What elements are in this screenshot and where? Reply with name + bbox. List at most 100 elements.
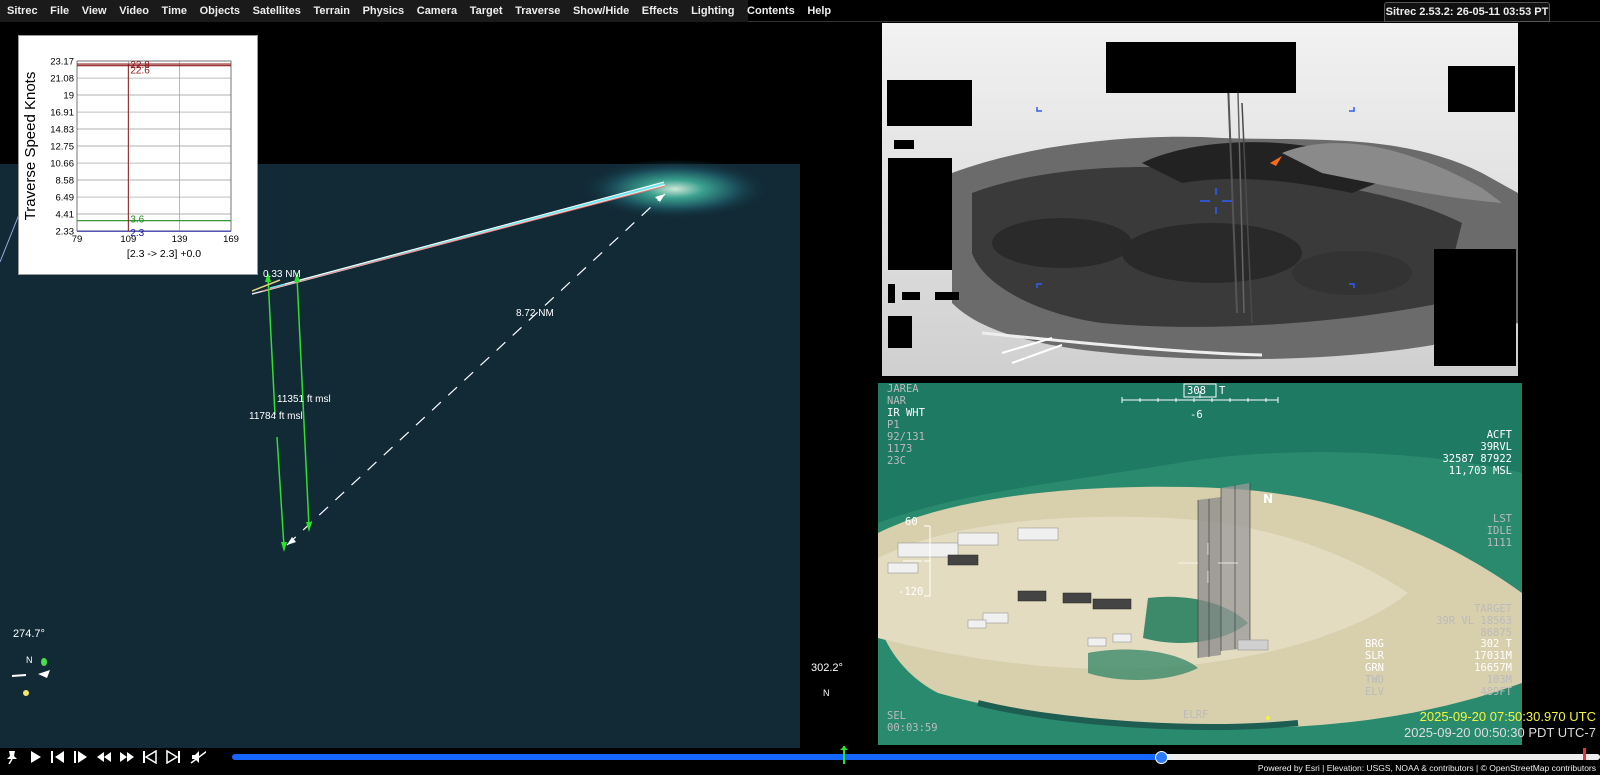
menu-target[interactable]: Target xyxy=(470,5,503,17)
hud-left-0: JAREA xyxy=(887,383,919,395)
chart-ytick: 23.17 xyxy=(50,57,74,68)
hud-acft-1: 39RVL xyxy=(1480,441,1512,453)
step-back-icon xyxy=(51,750,64,763)
chart-xtick: 139 xyxy=(172,234,188,245)
video-view[interactable] xyxy=(882,23,1518,380)
menu-sitrec[interactable]: Sitrec xyxy=(7,5,38,17)
hud-elrf: ELRF xyxy=(1183,709,1209,721)
look-view[interactable]: JAREA NAR IR WHT P1 92/131 1173 23C 308 … xyxy=(878,383,1522,745)
hud-meas-label-2: GRN xyxy=(1365,662,1384,674)
hud-mode-0: LST xyxy=(1493,513,1512,525)
chart-series-label: 3.6 xyxy=(130,215,144,226)
chart-ytick: 16.91 xyxy=(50,108,74,119)
to-start-button[interactable] xyxy=(142,749,158,764)
hud-north-marker: N xyxy=(1263,492,1274,506)
menu-terrain[interactable]: Terrain xyxy=(313,5,349,17)
pin-button[interactable] xyxy=(4,749,20,764)
step-back-button[interactable] xyxy=(50,749,66,764)
range-line xyxy=(286,193,666,546)
step-forward-button[interactable] xyxy=(73,749,89,764)
chart-svg: Traverse Speed Knots 23.17 21.08 19 16.91 14.… xyxy=(22,57,239,261)
hud-acft-0: ACFT xyxy=(1486,429,1512,441)
map-attribution: Powered by Esri | Elevation: USGS, NOAA … xyxy=(1257,763,1596,773)
thermal-image xyxy=(882,23,1518,380)
menu-contents[interactable]: Contents xyxy=(747,5,795,17)
chart-ytick: 10.66 xyxy=(50,159,74,170)
look-compass-north-label: N xyxy=(823,688,830,698)
menu-satellites[interactable]: Satellites xyxy=(253,5,301,17)
pin-icon xyxy=(7,750,17,764)
rewind-icon xyxy=(97,751,111,762)
rewind-button[interactable] xyxy=(96,749,112,764)
step-forward-icon xyxy=(74,750,87,763)
skip-start-icon xyxy=(143,749,157,764)
hud-mode-1: IDLE xyxy=(1486,525,1512,537)
play-icon xyxy=(31,750,41,763)
chart-ytick: 12.75 xyxy=(50,142,74,153)
main-heading-readout: 274.7° xyxy=(13,628,45,640)
look-heading-readout: 302.2° xyxy=(811,662,843,674)
chart-ytick: 8.58 xyxy=(56,176,75,187)
chart-ylabel: Traverse Speed Knots xyxy=(22,72,39,221)
chart-ytick: 4.41 xyxy=(56,210,75,221)
compass-north-label: N xyxy=(26,655,33,665)
hud-meas-value-3: 103M xyxy=(1486,674,1512,686)
play-button[interactable] xyxy=(27,749,43,764)
menu-view[interactable]: View xyxy=(82,5,107,17)
chart-caption: [2.3 -> 2.3] +0.0 xyxy=(127,248,201,260)
fast-forward-button[interactable] xyxy=(119,749,135,764)
to-end-button[interactable] xyxy=(165,749,181,764)
menu-traverse[interactable]: Traverse xyxy=(515,5,560,17)
local-timestamp: 2025-09-20 00:50:30 PDT UTC-7 xyxy=(1404,725,1596,740)
hud-acft-2: 32587 87922 xyxy=(1442,453,1512,465)
menu-effects[interactable]: Effects xyxy=(642,5,679,17)
hud-meas-value-2: 16657M xyxy=(1474,662,1512,674)
version-label: Sitrec 2.53.2: 26-05-11 03:53 PT xyxy=(1384,2,1550,22)
menu-list: Sitrec File View Video Time Objects Satellites… xyxy=(0,0,831,22)
hud-meas-label-0: BRG xyxy=(1365,638,1384,650)
hud-scale-bottom: -120 xyxy=(898,586,924,598)
chart-xtick: 79 xyxy=(72,234,83,245)
island xyxy=(580,159,770,219)
distance-long-label: 8.72 NM xyxy=(516,308,554,319)
traverse-speed-chart[interactable]: Traverse Speed Knots 23.17 21.08 19 16.91 14.… xyxy=(18,35,258,275)
menu-file[interactable]: File xyxy=(50,5,69,17)
menu-video[interactable]: Video xyxy=(119,5,149,17)
hud-sel: SEL xyxy=(887,710,906,722)
timeline-remaining xyxy=(1162,754,1600,760)
hud-target-coord: 39R VL 18563 xyxy=(1436,615,1512,627)
hud-meas-label-3: TWD xyxy=(1365,674,1384,686)
altitude-label-2: 11784 ft msl xyxy=(249,411,303,422)
menu-objects[interactable]: Objects xyxy=(200,5,240,17)
skip-end-icon xyxy=(166,749,180,764)
chart-xtick: 169 xyxy=(223,234,239,245)
hud-meas-value-0: 302 T xyxy=(1480,638,1512,650)
menu-bar: Sitrec File View Video Time Objects Satellites… xyxy=(0,0,1600,22)
hud-acft-3: 11,703 MSL xyxy=(1448,465,1512,477)
distance-short-label: 0.33 NM xyxy=(263,269,301,280)
timeline-end-marker xyxy=(1583,748,1586,760)
menu-help[interactable]: Help xyxy=(807,5,831,17)
menu-lighting[interactable]: Lighting xyxy=(691,5,734,17)
hud-target-label: TARGET xyxy=(1474,603,1512,615)
altitude-label-1: 11351 ft msl xyxy=(277,394,331,405)
hud-meas-value-4: 489FT xyxy=(1480,686,1512,698)
hud-left-2: IR WHT xyxy=(887,407,925,419)
menu-time[interactable]: Time xyxy=(162,5,187,17)
chart-ytick: 21.08 xyxy=(50,74,74,85)
hud-left-4: 92/131 xyxy=(887,431,925,443)
chart-series-label: 22.6 xyxy=(130,66,150,77)
chart-ytick: 19 xyxy=(63,91,74,102)
hud-left-5: 1173 xyxy=(887,443,913,455)
mute-button[interactable] xyxy=(190,749,206,764)
look-terrain xyxy=(878,383,1522,745)
menu-showhide[interactable]: Show/Hide xyxy=(573,5,629,17)
menu-physics[interactable]: Physics xyxy=(363,5,405,17)
hud-sel-time: 00:03:59 xyxy=(887,722,938,734)
utc-timestamp: 2025-09-20 07:50:30.970 UTC xyxy=(1419,709,1596,724)
menu-camera[interactable]: Camera xyxy=(417,5,457,17)
timeline-marker xyxy=(840,746,848,764)
hud-mode-2: 1111 xyxy=(1486,537,1512,549)
hud-meas-label-4: ELV xyxy=(1365,686,1384,698)
hud-meas-label-1: SLR xyxy=(1365,650,1384,662)
